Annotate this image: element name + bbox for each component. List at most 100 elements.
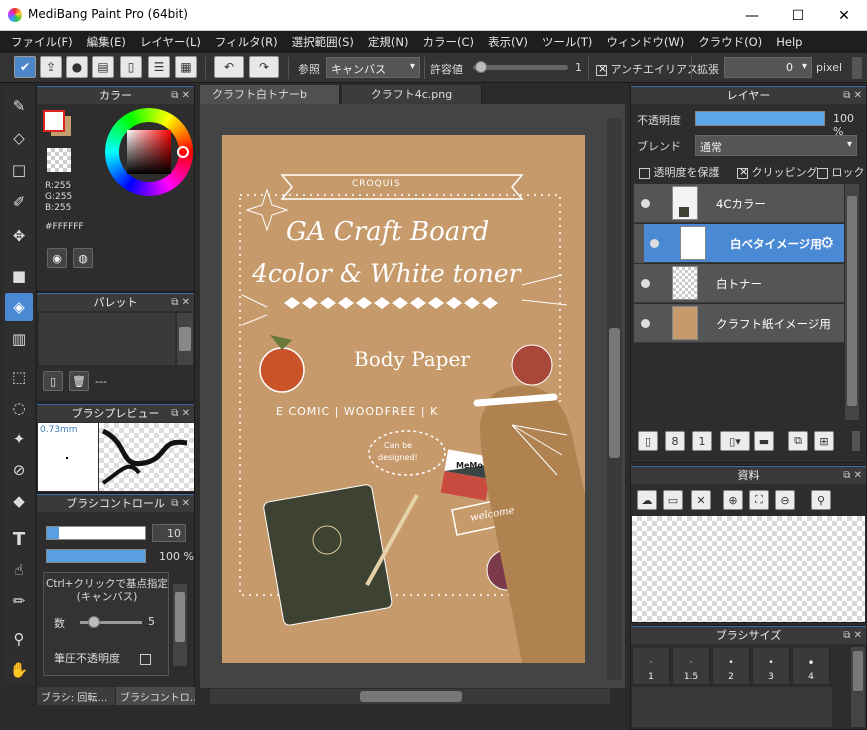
color-picker-icon[interactable]: ◍ [73, 248, 93, 268]
select-eraser-tool-icon[interactable]: ◆ [5, 487, 33, 515]
clipping-checkbox[interactable] [737, 165, 748, 179]
operation-tool-icon[interactable]: ☝ [5, 556, 33, 584]
eye-icon[interactable] [650, 239, 659, 248]
brush-tool-icon[interactable]: ✎ [5, 92, 33, 120]
share-icon[interactable]: ⇪ [40, 56, 62, 78]
grid-icon[interactable]: ▦ [175, 56, 197, 78]
eraser-tool-icon[interactable]: ◇ [5, 124, 33, 152]
layer-row[interactable]: 白トナー [634, 264, 844, 303]
gear-icon[interactable]: ⚙ [820, 233, 834, 252]
blend-select[interactable]: 通常 [695, 135, 857, 156]
delete-palette-icon[interactable]: 🗑 [69, 371, 89, 391]
expand-stepper[interactable]: 0 [724, 57, 812, 78]
lock-option[interactable]: ロック [817, 164, 865, 180]
zoom-in-icon[interactable]: ⊕ [723, 490, 743, 510]
layer-row[interactable]: クラフト紙イメージ用 [634, 304, 844, 343]
lock-checkbox[interactable] [817, 167, 828, 179]
close-button[interactable]: ✕ [821, 0, 867, 31]
palette-scrollbar[interactable] [177, 313, 193, 365]
menu-file[interactable]: ファイル(F) [4, 34, 80, 50]
gradient-tool-icon[interactable]: ▥ [5, 325, 33, 353]
eye-icon[interactable] [641, 319, 650, 328]
add-layer-menu-icon[interactable]: ▯▾ [720, 431, 750, 451]
bucket-tool-icon[interactable]: ◈ [5, 293, 33, 321]
eye-icon[interactable] [641, 199, 650, 208]
canvas-hscrollbar[interactable] [210, 689, 610, 704]
brush-opacity-slider[interactable] [46, 549, 146, 563]
comment-icon[interactable]: ● [66, 56, 88, 78]
lasso-tool-icon[interactable]: ◌ [5, 394, 33, 422]
open-folder-icon[interactable]: ▭ [663, 490, 683, 510]
magic-wand-tool-icon[interactable]: ✦ [5, 425, 33, 453]
menu-cloud[interactable]: クラウド(O) [691, 34, 769, 50]
palette-area[interactable] [39, 313, 175, 365]
minimize-button[interactable]: — [729, 0, 775, 31]
count-slider-knob[interactable] [88, 616, 100, 628]
new-palette-icon[interactable]: ▯ [43, 371, 63, 391]
list-icon[interactable]: ☰ [148, 56, 170, 78]
hue-marker[interactable] [177, 146, 189, 158]
artwork-canvas[interactable]: CROQUIS GA Craft Board 4color & White to… [222, 135, 585, 663]
clipping-option[interactable]: クリッピング [737, 164, 818, 180]
delete-icon[interactable]: ✕ [691, 490, 711, 510]
duplicate-layer-icon[interactable]: ⧉ [788, 431, 808, 451]
panel-popout-icon[interactable]: ⧉ ✕ [171, 495, 190, 513]
new-layer-icon[interactable]: ▯ [638, 431, 658, 451]
protect-alpha-option[interactable]: 透明度を保護 [639, 164, 720, 180]
antialias-checkbox[interactable] [596, 62, 607, 76]
eyedropper-icon[interactable]: ⚲ [811, 490, 831, 510]
fit-icon[interactable]: ⛶ [749, 490, 769, 510]
menu-layer[interactable]: レイヤー(L) [133, 34, 208, 50]
count-slider[interactable] [80, 616, 142, 628]
brush-size-preset[interactable]: · 1.5 [672, 647, 710, 685]
select-pen-tool-icon[interactable]: ⊘ [5, 456, 33, 484]
document-icon[interactable]: ▯ [120, 56, 142, 78]
brush-size-scrollbar[interactable] [851, 647, 865, 727]
layer-scrollbar[interactable] [845, 184, 859, 420]
tolerance-slider-knob[interactable] [474, 61, 487, 73]
dot-tool-icon[interactable]: □ [5, 156, 33, 184]
menu-window[interactable]: ウィンドウ(W) [599, 34, 691, 50]
canvas-vscrollbar[interactable] [607, 118, 622, 680]
transparent-color-swatch[interactable] [47, 148, 71, 172]
brush-size-presets-row2[interactable] [632, 687, 832, 727]
hand-tool-icon[interactable]: ✋ [5, 656, 33, 684]
menu-help[interactable]: Help [769, 35, 809, 49]
layer-actions-scroll[interactable] [852, 431, 860, 451]
merge-layer-icon[interactable]: ⊞ [814, 431, 834, 451]
brush-size-input[interactable]: 10 [152, 524, 186, 542]
layer-row[interactable]: 4Cカラー [634, 184, 844, 223]
menu-ruler[interactable]: 定規(N) [361, 34, 416, 50]
reference-select[interactable]: キャンバス [326, 57, 420, 78]
menu-filter[interactable]: フィルタ(R) [208, 34, 285, 50]
zoom-out-icon[interactable]: ⊖ [775, 490, 795, 510]
hue-ring[interactable] [105, 108, 193, 196]
tab-brush-rotation[interactable]: ブラシ: 回転… [37, 687, 115, 705]
tolerance-slider[interactable] [473, 61, 568, 73]
toolbar-scroll[interactable] [852, 57, 862, 79]
new-8bit-layer-icon[interactable]: 8 [665, 431, 685, 451]
cloud-download-icon[interactable]: ☁ [637, 490, 657, 510]
panel-popout-icon[interactable]: ⧉ ✕ [171, 87, 190, 105]
layer-opacity-slider[interactable] [695, 111, 825, 126]
fill-rect-tool-icon[interactable]: ■ [5, 262, 33, 290]
brush-size-preset[interactable]: · 1 [632, 647, 670, 685]
cloud-check-icon[interactable]: ✔ [14, 56, 36, 78]
tab-craft-4c[interactable]: クラフト4c.png [342, 85, 482, 105]
redo-icon[interactable]: ↷ [249, 56, 279, 78]
maximize-button[interactable]: ☐ [775, 0, 821, 31]
saturation-square[interactable] [127, 130, 171, 174]
menu-tool[interactable]: ツール(T) [535, 34, 600, 50]
layer-row-selected[interactable]: 白ベタイメージ用 ⚙ [634, 224, 844, 263]
materials-preview[interactable] [632, 516, 865, 622]
brush-size-preset[interactable]: • 2 [712, 647, 750, 685]
menu-select[interactable]: 選択範囲(S) [285, 34, 361, 50]
panel-popout-icon[interactable]: ⧉ ✕ [171, 294, 190, 312]
chat-icon[interactable]: ▤ [92, 56, 114, 78]
text-tool-icon[interactable]: T [5, 525, 33, 553]
pen-tool-icon[interactable]: ✐ [5, 188, 33, 216]
panel-popout-icon[interactable]: ⧉ ✕ [843, 627, 862, 645]
protect-alpha-checkbox[interactable] [639, 167, 650, 179]
palette-icon[interactable]: ◉ [47, 248, 67, 268]
panel-popout-icon[interactable]: ⧉ ✕ [843, 87, 862, 105]
